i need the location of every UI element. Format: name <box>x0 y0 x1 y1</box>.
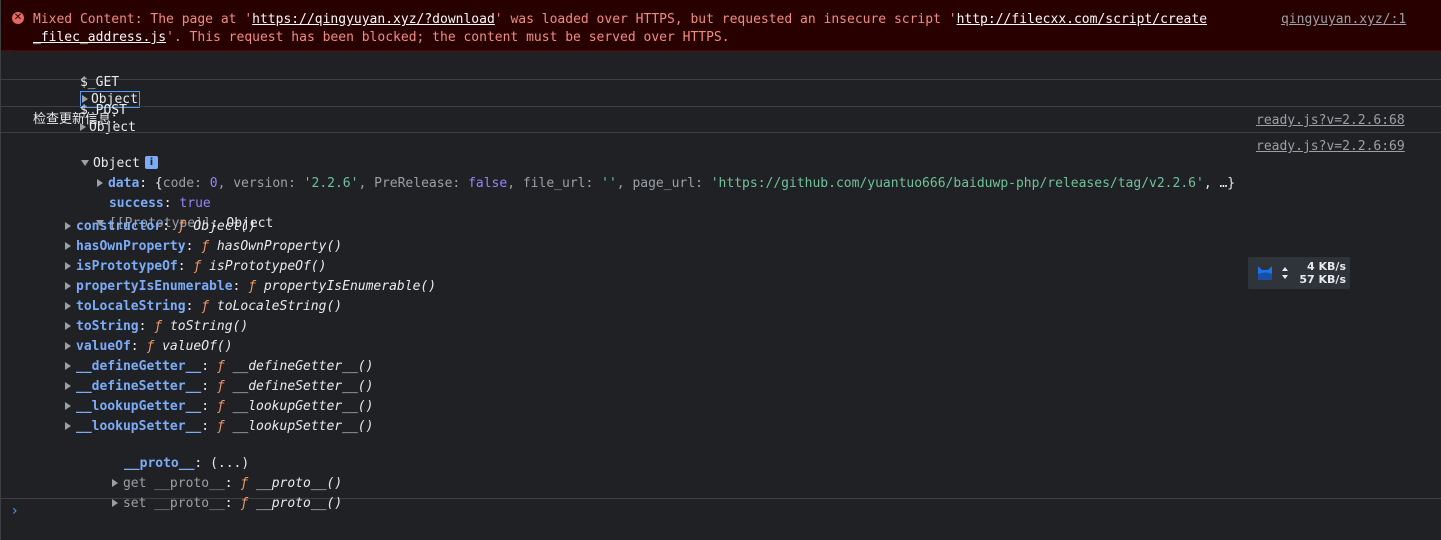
prototype-member-row[interactable]: hasOwnProperty: ƒ hasOwnProperty() <box>65 238 342 255</box>
proto-setter[interactable]: set __proto__: ƒ __proto__() <box>65 478 342 529</box>
console-prompt-icon[interactable]: › <box>12 503 18 519</box>
expand-arrow-icon[interactable] <box>65 341 71 350</box>
update-info-row: 检查更新信息： ready.js?v=2.2.6:68 <box>1 107 1441 133</box>
expand-arrow-icon[interactable] <box>111 498 118 507</box>
script-url-link[interactable]: http://filecxx.com/script/create <box>957 12 1207 27</box>
error-text-line-1: Mixed Content: The page at 'https://qing… <box>33 12 1208 27</box>
prototype-member-row[interactable]: toString: ƒ toString() <box>65 318 248 335</box>
post-log-row: $_POST Object <box>1 80 1441 135</box>
prototype-member-row[interactable]: __lookupGetter__: ƒ __lookupGetter__() <box>65 398 373 415</box>
expand-arrow-icon[interactable] <box>65 261 71 270</box>
update-info-label: 检查更新信息： <box>33 112 125 127</box>
object-source-link[interactable]: ready.js?v=2.2.6:69 <box>1256 138 1405 155</box>
up-down-arrow-icon <box>1282 267 1288 279</box>
mixed-content-error: ✕ Mixed Content: The page at 'https://qi… <box>1 0 1441 51</box>
upload-speed: 4 KB/s <box>1307 260 1346 273</box>
expand-arrow-icon[interactable] <box>65 241 71 250</box>
network-speed-widget[interactable]: 4 KB/s 57 KB/s <box>1248 257 1350 289</box>
prototype-member-row[interactable]: __defineSetter__: ƒ __defineSetter__() <box>65 378 373 395</box>
error-text-line-2: _filec_address.js'. This request has bee… <box>33 30 730 45</box>
expand-arrow-icon[interactable] <box>65 221 71 230</box>
update-source-link[interactable]: ready.js?v=2.2.6:68 <box>1256 112 1405 129</box>
expand-arrow-icon[interactable] <box>65 421 71 430</box>
expand-arrow-icon[interactable] <box>65 401 71 410</box>
page-url-link[interactable]: https://qingyuyan.xyz/?download <box>252 12 495 27</box>
object-log-row: ready.js?v=2.2.6:69 Object i data: {code:… <box>1 133 1441 511</box>
get-log-row: $_GET Object <box>1 51 1441 108</box>
expand-arrow-icon[interactable] <box>65 301 71 310</box>
script-url-link-cont[interactable]: _filec_address.js <box>33 30 166 45</box>
prototype-member-row[interactable]: propertyIsEnumerable: ƒ propertyIsEnumer… <box>65 278 436 295</box>
error-icon: ✕ <box>12 12 24 24</box>
expand-arrow-icon[interactable] <box>65 321 71 330</box>
error-source-link[interactable]: qingyuyan.xyz/:1 <box>1281 11 1406 28</box>
prototype-member-row[interactable]: __lookupSetter__: ƒ __lookupSetter__() <box>65 418 373 435</box>
console-panel: ✕ Mixed Content: The page at 'https://qi… <box>0 0 1441 540</box>
prototype-member-row[interactable]: isPrototypeOf: ƒ isPrototypeOf() <box>65 258 326 275</box>
cat-icon <box>1258 266 1272 280</box>
prototype-member-row[interactable]: toLocaleString: ƒ toLocaleString() <box>65 298 342 315</box>
expand-arrow-icon[interactable] <box>65 381 71 390</box>
prototype-member-row[interactable]: __defineGetter__: ƒ __defineGetter__() <box>65 358 373 375</box>
expand-arrow-icon[interactable] <box>65 281 71 290</box>
expand-arrow-icon[interactable] <box>65 361 71 370</box>
prototype-member-row[interactable]: constructor: ƒ Object() <box>65 218 256 235</box>
prototype-member-row[interactable]: valueOf: ƒ valueOf() <box>65 338 233 355</box>
download-speed: 57 KB/s <box>1299 273 1346 286</box>
